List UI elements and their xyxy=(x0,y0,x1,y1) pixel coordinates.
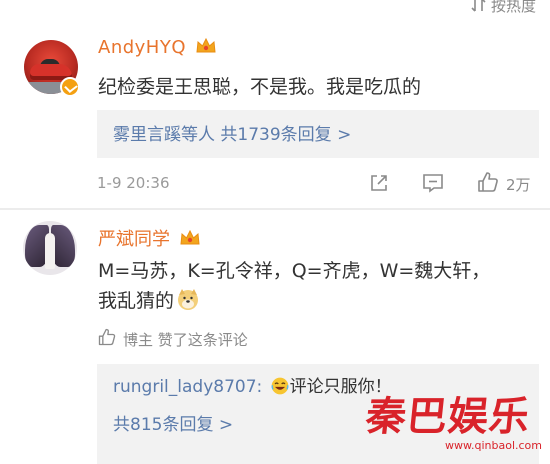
laughing-emoji xyxy=(270,376,290,401)
username-text[interactable]: AndyHYQ xyxy=(98,37,186,58)
doge-emoji xyxy=(176,287,200,320)
reply-count-link[interactable]: 共815条回复 > xyxy=(113,410,233,435)
comment-text: 纪检委是王思聪，不是我。我是吃瓜的 xyxy=(98,76,422,98)
crown-icon xyxy=(179,229,201,252)
author-liked-text: 博主 赞了这条评论 xyxy=(123,330,248,349)
comment-text: M=马苏，K=孔令祥，Q=齐虎，W=魏大轩， 我乱猜的 xyxy=(98,256,490,320)
thumbs-up-icon xyxy=(97,327,117,351)
thumbs-up-icon xyxy=(476,170,500,198)
comment-button[interactable] xyxy=(422,172,444,198)
username-text[interactable]: 严斌同学 xyxy=(98,229,170,250)
watermark-url: www.qinbaol.com xyxy=(445,439,542,452)
comment-text-line2-text: 我乱猜的 xyxy=(98,290,175,312)
crown-icon xyxy=(195,37,217,60)
comment-divider xyxy=(0,208,550,210)
comment-icon xyxy=(422,172,444,198)
reply-preview[interactable]: rungril_lady8707: 评论只服你！ xyxy=(113,372,392,401)
sort-label: 按热度 xyxy=(490,0,536,15)
verified-badge-icon xyxy=(60,77,80,97)
share-icon xyxy=(368,172,390,198)
reply-author[interactable]: rungril_lady8707: xyxy=(113,377,262,397)
watermark-logo: 秦巴娱乐 www.qinbaol.com xyxy=(363,393,546,464)
comment-text-line2: 我乱猜的 xyxy=(98,286,490,320)
watermark-logo-text: 秦巴娱乐 xyxy=(363,393,533,440)
sort-by-heat-button[interactable]: 按热度 xyxy=(471,0,536,16)
comment-text-line1: M=马苏，K=孔令祥，Q=齐虎，W=魏大轩， xyxy=(98,260,491,282)
username[interactable]: 严斌同学 xyxy=(98,225,201,252)
timestamp: 1-9 20:36 xyxy=(97,174,170,192)
replies-summary-link[interactable]: 雾里言蹊等人 共1739条回复 > xyxy=(113,120,351,145)
like-count: 2万 xyxy=(506,175,531,194)
like-button[interactable]: 2万 xyxy=(476,170,531,198)
author-liked-notice: 博主 赞了这条评论 xyxy=(97,327,248,351)
replies-box[interactable]: 雾里言蹊等人 共1739条回复 > xyxy=(97,110,539,158)
username[interactable]: AndyHYQ xyxy=(98,37,217,60)
avatar[interactable] xyxy=(23,221,77,275)
share-button[interactable] xyxy=(368,172,390,198)
sort-icon xyxy=(471,0,487,13)
